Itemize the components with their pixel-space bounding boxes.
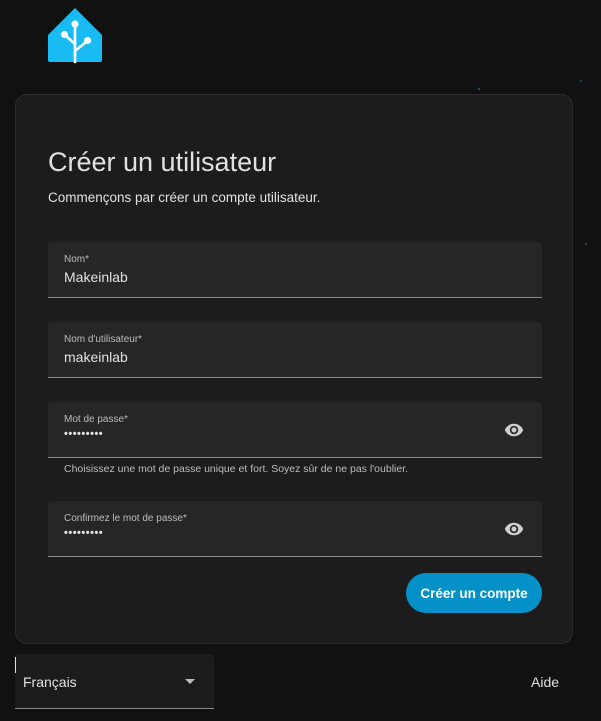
page-title: Créer un utilisateur	[48, 147, 277, 177]
name-field-label: Nom*	[64, 254, 90, 265]
username-field[interactable]: Nom d'utilisateur* makeinlab	[48, 322, 542, 378]
page-subtitle: Commençons par créer un compte utilisate…	[48, 190, 321, 205]
language-select[interactable]: Français	[15, 654, 214, 709]
name-field[interactable]: Nom* Makeinlab	[48, 242, 542, 298]
confirm-password-field[interactable]: Confirmez le mot de passe* •••••••••	[48, 501, 542, 557]
name-field-value: Makeinlab	[64, 269, 128, 285]
password-field-value: •••••••••	[64, 428, 104, 440]
eye-icon[interactable]	[504, 519, 524, 539]
create-account-button[interactable]: Créer un compte	[406, 573, 542, 613]
decor-dot	[585, 243, 587, 245]
onboarding-page: Créer un utilisateur Commençons par crée…	[0, 0, 601, 721]
decor-dot	[478, 88, 480, 90]
text-cursor	[15, 657, 16, 673]
password-field-label: Mot de passe*	[64, 414, 128, 425]
username-field-label: Nom d'utilisateur*	[64, 334, 143, 345]
help-link[interactable]: Aide	[531, 674, 559, 690]
confirm-password-field-label: Confirmez le mot de passe*	[64, 513, 187, 524]
username-field-value: makeinlab	[64, 349, 128, 365]
create-user-card: Créer un utilisateur Commençons par crée…	[15, 94, 573, 644]
password-helper-text: Choisissez une mot de passe unique et fo…	[64, 463, 409, 475]
home-assistant-logo-icon	[48, 8, 102, 64]
decor-dot	[580, 80, 582, 82]
confirm-password-field-value: •••••••••	[64, 527, 104, 539]
password-field[interactable]: Mot de passe* •••••••••	[48, 402, 542, 458]
language-select-value: Français	[23, 674, 77, 690]
eye-icon[interactable]	[504, 420, 524, 440]
chevron-down-icon	[185, 679, 195, 684]
